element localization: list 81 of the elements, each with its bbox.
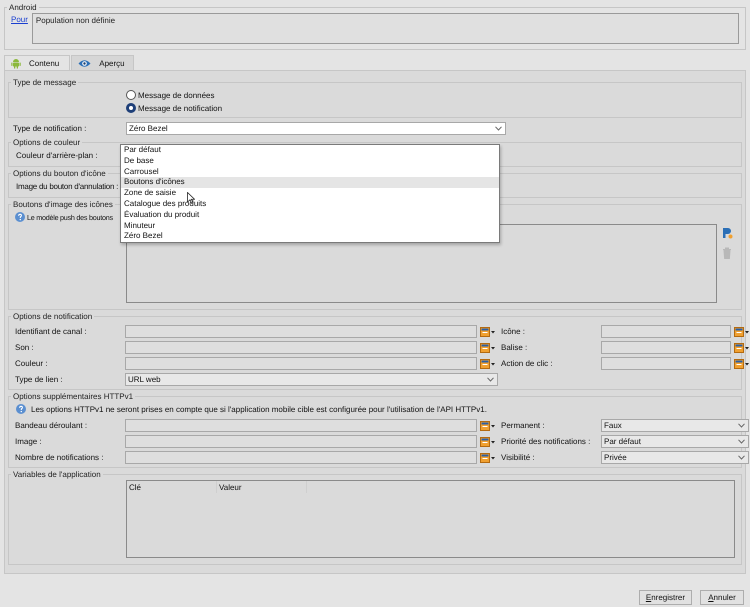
info-icon — [15, 212, 25, 222]
input-field[interactable] — [125, 435, 477, 448]
radio-button[interactable] — [126, 90, 136, 100]
insert-variable-button[interactable] — [477, 436, 497, 448]
input-field[interactable] — [601, 341, 731, 354]
group-title: Android — [8, 3, 38, 12]
chevron-down-icon — [738, 439, 745, 444]
tab[interactable]: Contenu — [4, 55, 70, 70]
dropdown-field[interactable]: Zéro Bezel — [126, 122, 506, 134]
radio-label: Message de données — [138, 90, 214, 100]
recipient-link[interactable]: Pour — [11, 15, 28, 24]
tab[interactable]: Aperçu — [71, 55, 134, 70]
input-field[interactable] — [125, 341, 477, 354]
dropdown-option[interactable]: Zone de saisie — [121, 188, 499, 199]
chevron-down-icon — [487, 377, 494, 382]
android-icon — [11, 58, 21, 68]
field-label: Nombre de notifications : — [15, 453, 104, 462]
insert-variable-button[interactable] — [477, 358, 497, 370]
insert-variable-button[interactable] — [731, 342, 750, 354]
radio-button[interactable] — [126, 103, 136, 113]
insert-variable-button[interactable] — [731, 326, 750, 338]
field-label: Type de notification : — [13, 124, 88, 132]
field-label: Image : — [15, 437, 43, 446]
eye-icon — [78, 58, 92, 68]
field-label: Identifiant de canal : — [15, 327, 88, 336]
group-title: Options du bouton d'icône — [12, 169, 107, 178]
field-label: Type de lien : — [15, 375, 64, 384]
field-label: Permanent : — [501, 421, 546, 430]
field-label: Image du bouton d'annulation : — [16, 182, 118, 191]
field-label: Son : — [15, 343, 35, 352]
info-text: Les options HTTPv1 ne seront prises en compte que si l'application mobile cible est configurée pour l'utilisation de l'API HTTPv1. — [31, 404, 487, 414]
column-header: Clé — [127, 481, 217, 493]
field-label: Balise : — [501, 343, 528, 352]
info-icon — [16, 404, 26, 414]
field-label: Bandeau déroulant : — [15, 421, 88, 430]
insert-variable-button[interactable] — [477, 420, 497, 432]
dropdown-option[interactable]: Carrousel — [121, 166, 499, 178]
insert-variable-button[interactable] — [477, 326, 497, 338]
add-icon[interactable] — [721, 227, 733, 239]
dropdown-option[interactable]: Minuteur — [121, 220, 499, 232]
insert-variable-button[interactable] — [477, 452, 497, 464]
input-field[interactable] — [125, 325, 477, 338]
dropdown-field[interactable]: Par défaut — [601, 435, 749, 448]
insert-variable-button[interactable] — [731, 358, 750, 370]
radio-option[interactable]: Message de notification — [126, 103, 735, 113]
input-field[interactable] — [125, 419, 477, 432]
group-title: Boutons d'image des icônes — [12, 200, 114, 209]
field-label: Couleur d'arrière-plan : — [16, 151, 98, 160]
group-title: Options de couleur — [12, 138, 82, 147]
dropdown-option[interactable]: Catalogue des produits — [121, 198, 499, 210]
column-header: Valeur — [217, 481, 307, 493]
dropdown-field[interactable]: URL web — [125, 373, 498, 386]
group-title: Type de message — [12, 78, 78, 87]
input-field[interactable] — [125, 451, 477, 464]
field-label: Priorité des notifications : — [501, 437, 592, 446]
chevron-down-icon — [495, 126, 502, 130]
dropdown-option[interactable]: Par défaut — [121, 145, 499, 156]
insert-variable-button[interactable] — [477, 342, 497, 354]
dropdown-option[interactable]: Évaluation du produit — [121, 210, 499, 221]
input-field[interactable] — [601, 325, 731, 338]
field-label: Action de clic : — [501, 359, 554, 368]
field-label: Visibilité : — [501, 453, 536, 462]
input-field[interactable] — [601, 357, 731, 370]
radio-label: Message de notification — [138, 104, 222, 112]
group-title: Options de notification — [12, 312, 94, 321]
radio-option[interactable]: Message de données — [126, 90, 735, 100]
chevron-down-icon — [738, 455, 745, 460]
field-label: Couleur : — [15, 359, 48, 368]
input-field[interactable] — [125, 357, 477, 370]
dropdown-field[interactable]: Faux — [601, 419, 749, 432]
group-title: Options supplémentaires HTTPv1 — [12, 392, 134, 401]
field-label: Icône : — [501, 327, 526, 336]
group-title: Variables de l'application — [12, 470, 102, 479]
dialog-button[interactable]: Annuler — [700, 590, 744, 605]
chevron-down-icon — [738, 423, 745, 428]
dropdown-field[interactable]: Privée — [601, 451, 749, 464]
dropdown-option[interactable]: Zéro Bezel — [121, 231, 499, 242]
dialog-button[interactable]: Enregistrer — [638, 590, 692, 605]
audience-field[interactable]: Population non définie — [32, 13, 739, 44]
dropdown-option[interactable]: Boutons d'icônes — [121, 177, 499, 188]
dropdown-option[interactable]: De base — [121, 156, 499, 167]
